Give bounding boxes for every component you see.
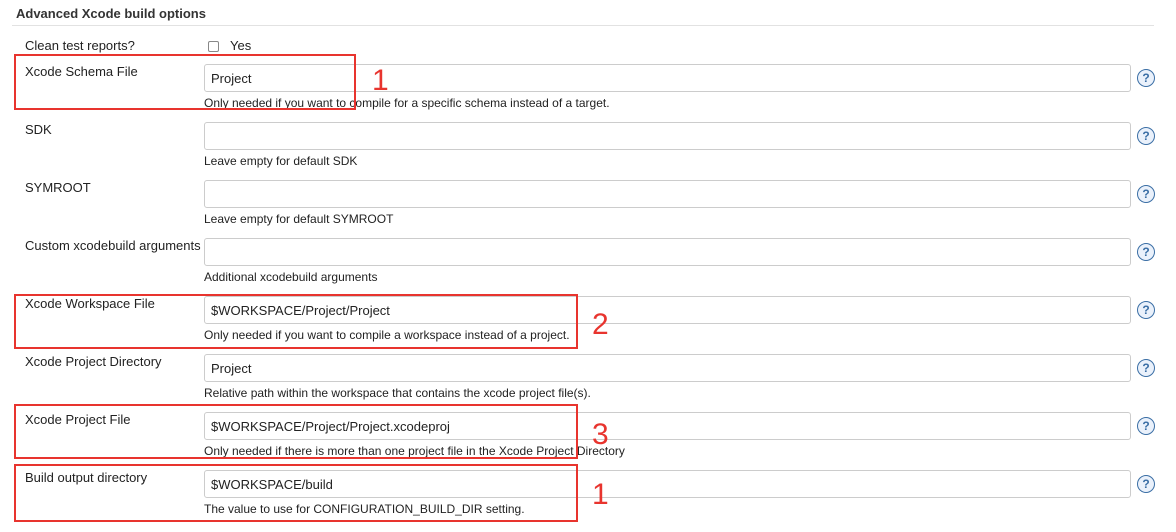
project-directory-input[interactable]: [204, 354, 1131, 382]
clean-test-row: Clean test reports? Yes: [0, 37, 1176, 55]
help-question-icon[interactable]: ?: [1137, 69, 1155, 87]
annotation-number: 1: [372, 64, 389, 97]
help-question-icon[interactable]: ?: [1137, 127, 1155, 145]
svg-text:?: ?: [1142, 72, 1149, 84]
field-description: Additional xcodebuild arguments: [204, 270, 378, 284]
annotation-number: 1: [592, 478, 609, 511]
field-description: Leave empty for default SYMROOT: [204, 212, 394, 226]
symroot-input[interactable]: [204, 180, 1131, 208]
svg-text:?: ?: [1142, 478, 1149, 490]
help-question-icon[interactable]: ?: [1137, 243, 1155, 261]
clean-test-checkbox[interactable]: [208, 41, 219, 52]
field-label: Xcode Project Directory: [25, 354, 162, 369]
svg-text:?: ?: [1142, 420, 1149, 432]
clean-test-label: Clean test reports?: [25, 38, 135, 53]
annotation-number: 2: [592, 308, 609, 341]
svg-text:?: ?: [1142, 304, 1149, 316]
annotation-box-schema: [14, 54, 356, 110]
field-label: Custom xcodebuild arguments: [25, 238, 201, 253]
annotation-box-workspace: [14, 294, 578, 349]
field-label: SYMROOT: [25, 180, 91, 195]
help-question-icon[interactable]: ?: [1137, 417, 1155, 435]
section-divider: [12, 25, 1154, 26]
help-question-icon[interactable]: ?: [1137, 359, 1155, 377]
section-header: Advanced Xcode build options: [16, 6, 206, 21]
annotation-number: 3: [592, 418, 609, 451]
custom-arguments-input[interactable]: [204, 238, 1131, 266]
help-question-icon[interactable]: ?: [1137, 185, 1155, 203]
help-question-icon[interactable]: ?: [1137, 301, 1155, 319]
svg-text:?: ?: [1142, 246, 1149, 258]
help-question-icon[interactable]: ?: [1137, 475, 1155, 493]
svg-text:?: ?: [1142, 362, 1149, 374]
annotation-box-build-output: [14, 464, 578, 522]
sdk-input[interactable]: [204, 122, 1131, 150]
field-description: Leave empty for default SDK: [204, 154, 358, 168]
svg-text:?: ?: [1142, 130, 1149, 142]
svg-text:?: ?: [1142, 188, 1149, 200]
clean-test-checkbox-label[interactable]: Yes: [230, 38, 251, 53]
field-description: Relative path within the workspace that …: [204, 386, 591, 400]
annotation-box-project-file: [14, 404, 578, 459]
field-label: SDK: [25, 122, 52, 137]
